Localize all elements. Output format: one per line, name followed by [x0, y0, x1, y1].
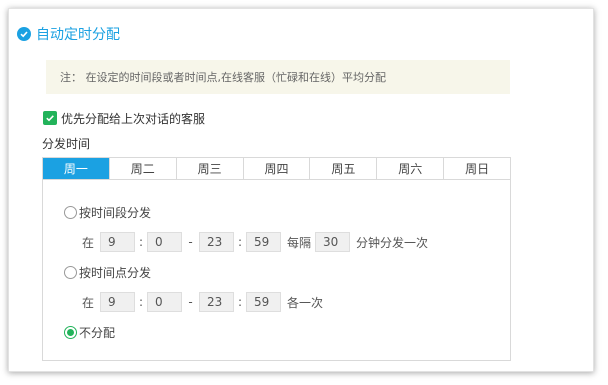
period-start-min-input[interactable]: 0	[147, 232, 183, 252]
radio-by-period[interactable]	[64, 205, 77, 219]
tab-monday[interactable]: 周一	[43, 158, 109, 179]
period-prefix: 在	[82, 235, 95, 250]
radio-by-period-label: 按时间段分发	[79, 205, 152, 220]
tab-friday[interactable]: 周五	[309, 158, 376, 179]
point-start-hour-input[interactable]: 9	[100, 292, 136, 312]
period-time-row: 在 9 : 0 - 23 : 59 每隔 30 分钟分发一次	[82, 231, 428, 253]
radio-none[interactable]	[64, 325, 77, 339]
tab-thursday[interactable]: 周四	[242, 158, 310, 179]
section-title: 自动定时分配	[36, 27, 120, 43]
note-box: 注： 在设定的时间段或者时间点,在线客服（忙碌和在线）平均分配	[46, 60, 510, 94]
priority-checkbox[interactable]	[43, 111, 57, 125]
period-end-min-input[interactable]: 59	[246, 232, 282, 252]
radio-by-point-option[interactable]: 按时间点分发	[64, 264, 151, 280]
priority-option[interactable]: 优先分配给上次对话的客服	[43, 110, 205, 126]
point-end-min-input[interactable]: 59	[246, 292, 282, 312]
colon-separator: :	[237, 235, 243, 249]
tab-tuesday[interactable]: 周二	[108, 158, 176, 179]
every-label: 每隔	[287, 235, 312, 250]
point-start-min-input[interactable]: 0	[147, 292, 183, 312]
point-prefix: 在	[82, 295, 95, 310]
tab-wednesday[interactable]: 周三	[175, 158, 243, 179]
note-text: 注： 在设定的时间段或者时间点,在线客服（忙碌和在线）平均分配	[60, 71, 386, 84]
priority-label: 优先分配给上次对话的客服	[61, 111, 206, 126]
period-end-hour-input[interactable]: 23	[199, 232, 235, 252]
point-time-row: 在 9 : 0 - 23 : 59 各一次	[82, 291, 323, 313]
radio-none-label: 不分配	[79, 325, 116, 340]
radio-by-period-option[interactable]: 按时间段分发	[64, 204, 151, 220]
dash-separator: -	[188, 295, 193, 309]
tab-sunday[interactable]: 周日	[443, 158, 510, 179]
interval-input[interactable]: 30	[315, 232, 351, 252]
radio-by-point[interactable]	[64, 265, 77, 279]
interval-suffix: 分钟分发一次	[356, 235, 429, 250]
weekday-tabs: 周一 周二 周三 周四 周五 周六 周日	[42, 157, 511, 180]
radio-none-option[interactable]: 不分配	[64, 324, 115, 340]
point-end-hour-input[interactable]: 23	[199, 292, 235, 312]
distribution-time-label: 分发时间	[42, 137, 91, 151]
colon-separator: :	[138, 235, 144, 249]
point-suffix: 各一次	[287, 295, 324, 310]
section-header: 自动定时分配	[17, 24, 120, 44]
check-circle-icon	[17, 27, 31, 41]
dash-separator: -	[188, 235, 193, 249]
colon-separator: :	[138, 295, 144, 309]
colon-separator: :	[237, 295, 243, 309]
tab-saturday[interactable]: 周六	[376, 158, 443, 179]
period-start-hour-input[interactable]: 9	[100, 232, 136, 252]
radio-by-point-label: 按时间点分发	[79, 265, 152, 280]
radio-selected-dot	[67, 328, 74, 336]
